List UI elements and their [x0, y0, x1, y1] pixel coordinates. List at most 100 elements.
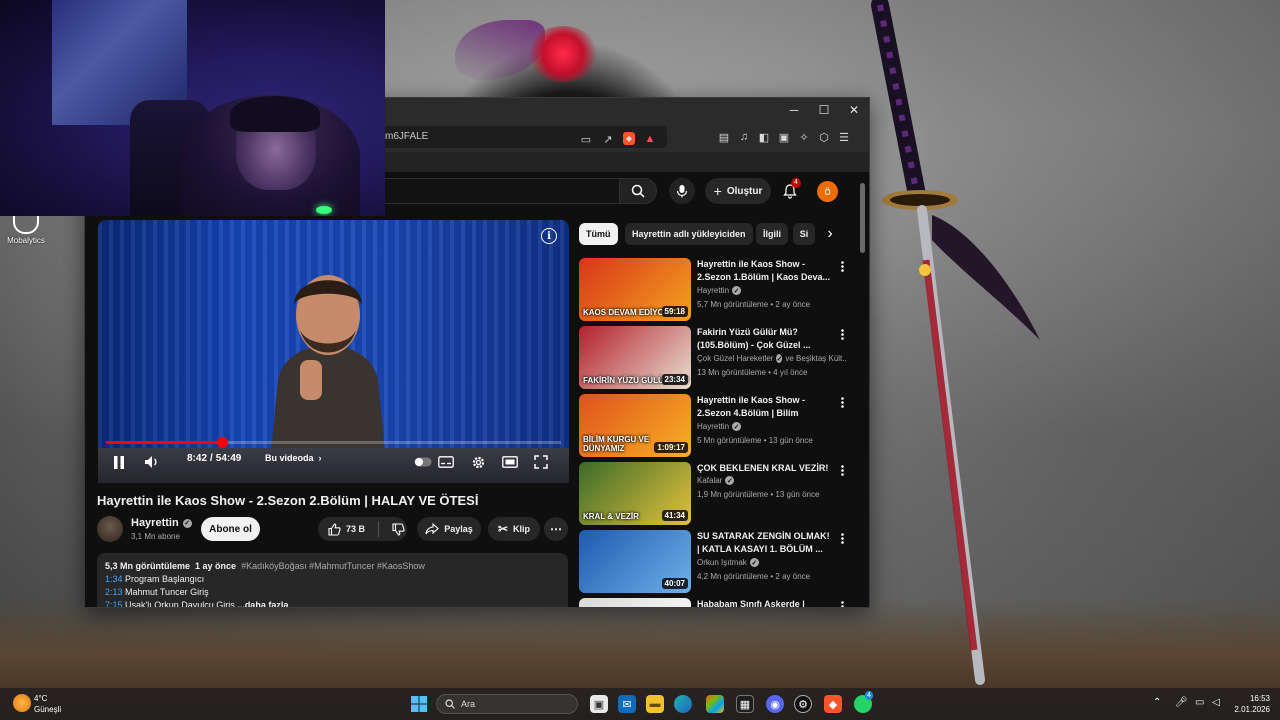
- progress-scrubber[interactable]: [216, 437, 228, 448]
- network-tray-icon[interactable]: ▭: [1195, 697, 1204, 708]
- cast-icon[interactable]: ▭: [579, 132, 593, 146]
- video-player[interactable]: i 8:42 / 54:49 Bu videoda ›: [98, 220, 569, 483]
- recommendation-menu-button[interactable]: [837, 530, 847, 546]
- description-tags[interactable]: #KadıköyBoğası #MahmutTuncer #KaosShow: [241, 561, 425, 571]
- share-icon[interactable]: ↗: [601, 132, 615, 146]
- chip-related[interactable]: İlgili: [756, 223, 788, 245]
- notifications-button[interactable]: 4: [779, 178, 801, 202]
- subtitles-button[interactable]: [437, 454, 455, 470]
- recommendation-channel[interactable]: Orkun Işıtmak ✓: [697, 558, 847, 567]
- brave-browser-icon[interactable]: ◆: [824, 695, 842, 713]
- recommendation-title[interactable]: Hayrettin ile Kaos Show - 2.Sezon 1.Bölü…: [697, 258, 833, 284]
- discord-icon[interactable]: ◉: [766, 695, 784, 713]
- recommendation-title[interactable]: Fakirin Yüzü Gülür Mü? (105.Bölüm) - Çok…: [697, 326, 833, 352]
- recommendation-menu-button[interactable]: [837, 326, 847, 342]
- settings-button[interactable]: [469, 454, 487, 470]
- chapter-timestamp[interactable]: 7:15: [105, 600, 123, 607]
- brave-shield-icon[interactable]: ◆: [623, 132, 635, 145]
- chip-from-uploader[interactable]: Hayrettin adlı yükleyiciden: [625, 223, 753, 245]
- whatsapp-icon[interactable]: 4: [854, 691, 873, 713]
- clock-time[interactable]: 16:53: [1240, 694, 1270, 703]
- tray-chevron-icon[interactable]: ⌃: [1153, 697, 1161, 708]
- minimize-button[interactable]: ─: [779, 98, 809, 122]
- recommendation-menu-button[interactable]: [837, 462, 847, 478]
- chip-all[interactable]: Tümü: [579, 223, 618, 245]
- sidebar-icon[interactable]: ◧: [757, 130, 771, 144]
- wallet-icon[interactable]: ▣: [777, 130, 791, 144]
- pause-button[interactable]: [110, 454, 128, 470]
- video-thumbnail[interactable]: 40:07: [579, 530, 691, 593]
- leo-ai-icon[interactable]: ✧: [797, 130, 811, 144]
- close-button[interactable]: ✕: [839, 98, 869, 122]
- outlook-icon[interactable]: ✉: [618, 695, 636, 713]
- recommendation-channel[interactable]: Kafalar ✓: [697, 476, 847, 485]
- microsoft-store-icon[interactable]: ▦: [736, 695, 754, 713]
- chapter-timestamp[interactable]: 1:34: [105, 574, 123, 584]
- dislike-button[interactable]: [392, 522, 405, 536]
- recommendation-item[interactable]: FAKİRİN YÜZÜ GÜLÜR MÜ? 23:34 Fakirin Yüzü …: [579, 326, 859, 390]
- recommendation-channel[interactable]: Hayrettin ✓: [697, 286, 847, 295]
- more-actions-button[interactable]: ⋯: [544, 517, 568, 541]
- task-view-icon[interactable]: ▣: [590, 695, 608, 713]
- video-thumbnail[interactable]: FAKİRİN YÜZÜ GÜLÜR MÜ? 23:34: [579, 326, 691, 389]
- recommendation-channel[interactable]: Çok Güzel Hareketler ✓ ve Beşiktaş Kült...: [697, 354, 847, 363]
- edge-browser-icon[interactable]: [674, 695, 692, 713]
- file-explorer-icon[interactable]: ▬: [646, 695, 664, 713]
- video-thumbnail[interactable]: KAOS DEVAM EDİYOR! 59:18: [579, 258, 691, 321]
- recommendation-title[interactable]: Hababam Sınıfı Askerde | Şafak...: [697, 598, 833, 607]
- recommendation-item[interactable]: KRAL & VEZİR 41:34 ÇOK BEKLENEN KRAL VEZİR…: [579, 462, 859, 526]
- recommendation-menu-button[interactable]: [837, 258, 847, 274]
- start-button[interactable]: [410, 695, 428, 713]
- recommendation-menu-button[interactable]: [837, 598, 847, 607]
- recommendation-menu-button[interactable]: [837, 394, 847, 410]
- microsoft-365-icon[interactable]: [706, 695, 724, 713]
- chapter-button[interactable]: Bu videoda ›: [265, 453, 322, 463]
- progress-bar[interactable]: [106, 437, 561, 448]
- menu-icon[interactable]: ☰: [837, 130, 851, 144]
- recommendation-item[interactable]: BİLİM KURGU VE DÜNYAMIZ 1:09:17 Hayrettin …: [579, 394, 859, 458]
- autoplay-toggle[interactable]: [414, 454, 432, 470]
- account-avatar[interactable]: ö: [817, 181, 838, 202]
- weather-condition[interactable]: Güneşli: [34, 705, 61, 714]
- page-scrollbar[interactable]: [860, 183, 865, 253]
- music-icon[interactable]: ♫: [737, 130, 751, 144]
- share-button[interactable]: Paylaş: [417, 517, 481, 541]
- fullscreen-button[interactable]: [532, 454, 550, 470]
- desktop-icon-mobalytics[interactable]: Mobalytics: [4, 212, 48, 245]
- recommendation-title[interactable]: SU SATARAK ZENGİN OLMAK! | KATLA KASAYI …: [697, 530, 833, 556]
- recommendation-item[interactable]: Hababam Sınıfı Askerde | Şafak...: [579, 598, 859, 607]
- chips-next-button[interactable]: ›: [821, 225, 839, 243]
- show-more-link[interactable]: ...daha fazla: [237, 600, 288, 607]
- video-thumbnail[interactable]: [579, 598, 691, 607]
- video-thumbnail[interactable]: KRAL & VEZİR 41:34: [579, 462, 691, 525]
- channel-avatar[interactable]: [97, 516, 123, 542]
- voice-search-button[interactable]: [669, 178, 695, 204]
- vpn-shield-icon[interactable]: ⬡: [817, 130, 831, 144]
- channel-name-link[interactable]: Hayrettin ✓: [131, 517, 192, 529]
- recommendation-item[interactable]: KAOS DEVAM EDİYOR! 59:18 Hayrettin ile Kao…: [579, 258, 859, 322]
- recommendation-title[interactable]: Hayrettin ile Kaos Show - 2.Sezon 4.Bölü…: [697, 394, 833, 420]
- speaker-tray-icon[interactable]: ◁: [1212, 697, 1220, 708]
- clip-button[interactable]: ✂ Klip: [488, 517, 540, 541]
- weather-temperature[interactable]: 4°C: [34, 694, 47, 703]
- video-description[interactable]: 5,3 Mn görüntüleme 1 ay önce #KadıköyBoğ…: [97, 553, 568, 607]
- recommendation-channel[interactable]: Hayrettin ✓: [697, 422, 847, 431]
- clock-date[interactable]: 2.01.2026: [1230, 705, 1270, 714]
- search-button[interactable]: [619, 178, 657, 204]
- recommendation-item[interactable]: 40:07 SU SATARAK ZENGİN OLMAK! | KATLA KA…: [579, 530, 859, 594]
- taskbar-search[interactable]: Ara: [436, 694, 578, 714]
- theater-mode-button[interactable]: [501, 454, 519, 470]
- volume-button[interactable]: [143, 454, 161, 470]
- subscribe-button[interactable]: Abone ol: [201, 517, 260, 541]
- brave-rewards-icon[interactable]: ▲: [643, 132, 657, 146]
- create-button[interactable]: + Oluştur: [705, 178, 771, 204]
- info-icon[interactable]: i: [541, 228, 557, 244]
- like-button[interactable]: 73 B: [328, 522, 365, 536]
- chip-partial[interactable]: Si: [793, 223, 815, 245]
- maximize-button[interactable]: ☐: [809, 98, 839, 122]
- video-thumbnail[interactable]: BİLİM KURGU VE DÜNYAMIZ 1:09:17: [579, 394, 691, 457]
- chapter-timestamp[interactable]: 2:13: [105, 587, 123, 597]
- reader-mode-icon[interactable]: ▤: [717, 130, 731, 144]
- steam-icon[interactable]: ⚙: [794, 695, 812, 713]
- weather-sun-icon[interactable]: [13, 694, 31, 712]
